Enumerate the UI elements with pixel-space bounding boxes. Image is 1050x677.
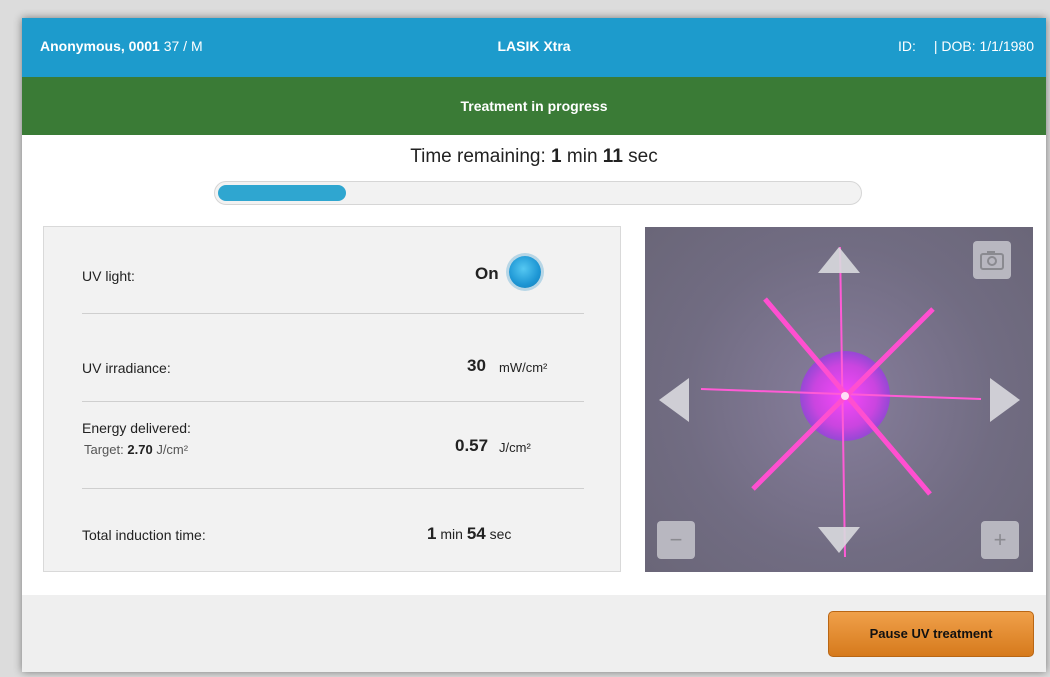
zoom-in-button[interactable]: + <box>981 521 1019 559</box>
energy-target-unit: J/cm² <box>156 442 189 457</box>
patient-ids: ID: | DOB: 1/1/1980 <box>898 38 1034 54</box>
divider <box>82 313 584 314</box>
uv-light-indicator <box>509 256 541 288</box>
zoom-out-button[interactable]: − <box>657 521 695 559</box>
divider <box>82 401 584 402</box>
camera-view: − + <box>645 227 1033 572</box>
uv-irradiance-row: UV irradiance: 30 mW/cm² <box>82 355 584 385</box>
divider <box>82 488 584 489</box>
induction-label: Total induction time: <box>82 527 206 543</box>
center-point <box>841 392 849 400</box>
uv-irradiance-unit: mW/cm² <box>499 360 548 375</box>
time-remaining: Time remaining: 1 min 11 sec <box>22 146 1046 168</box>
uv-irradiance-value: 30 <box>467 356 486 375</box>
time-remaining-min-unit: min <box>566 146 598 167</box>
time-remaining-label: Time remaining: <box>410 146 546 167</box>
time-remaining-seconds: 11 <box>602 146 623 167</box>
dob-label: | DOB: 1/1/1980 <box>933 38 1034 54</box>
app-window: Anonymous, 0001 37 / M LASIK Xtra ID: | D… <box>22 18 1046 672</box>
uv-light-value: On <box>475 264 499 283</box>
uv-irradiance-label: UV irradiance: <box>82 360 171 376</box>
procedure-title: LASIK Xtra <box>497 38 571 54</box>
snapshot-button[interactable] <box>973 241 1011 279</box>
energy-value: 0.57 <box>455 436 489 455</box>
time-remaining-minutes: 1 <box>551 146 562 167</box>
camera-icon <box>980 251 1004 270</box>
status-banner: Treatment in progress <box>22 77 1046 135</box>
induction-row: Total induction time: 1 min 54 sec <box>82 524 584 554</box>
treatment-progress-bar <box>214 181 862 205</box>
energy-target: Target: 2.70 J/cm² <box>84 442 188 457</box>
pause-uv-treatment-button[interactable]: Pause UV treatment <box>828 611 1034 657</box>
progress-fill <box>218 185 346 201</box>
induction-sec-unit: sec <box>489 526 512 542</box>
time-remaining-sec-unit: sec <box>628 146 658 167</box>
energy-target-value: 2.70 <box>127 442 153 457</box>
induction-value: 1 min 54 sec <box>427 524 511 544</box>
energy-row: Energy delivered: Target: 2.70 J/cm² 0.5… <box>82 420 584 466</box>
energy-label: Energy delivered: <box>82 420 191 436</box>
induction-minutes: 1 <box>427 524 437 543</box>
induction-min-unit: min <box>440 526 463 542</box>
uv-light-label: UV light: <box>82 268 135 284</box>
energy-target-label: Target: <box>84 442 124 457</box>
induction-seconds: 54 <box>466 524 486 543</box>
energy-unit: J/cm² <box>499 440 531 455</box>
header-bar: Anonymous, 0001 37 / M LASIK Xtra ID: | D… <box>22 18 1046 77</box>
id-label: ID: <box>897 38 916 54</box>
metrics-panel: UV light: On UV irradiance: 30 mW/cm² En… <box>43 226 621 572</box>
